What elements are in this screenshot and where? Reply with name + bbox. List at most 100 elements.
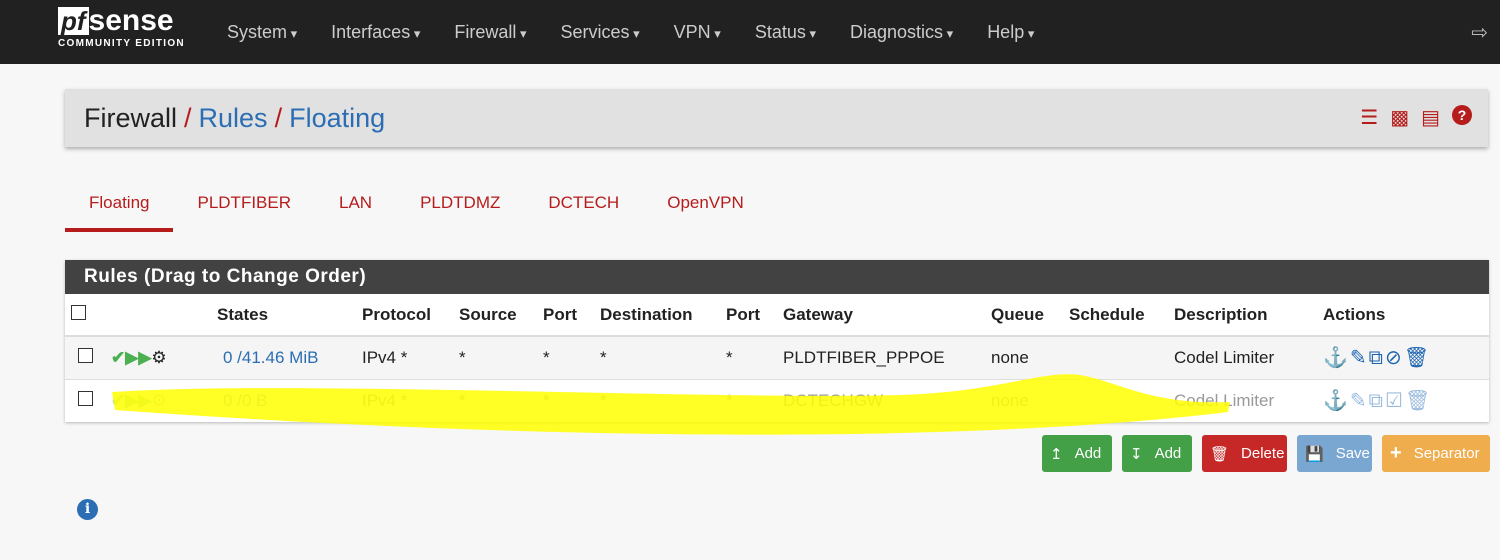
tab-lan[interactable]: LAN <box>315 180 396 232</box>
save-icon: 💾 <box>1305 445 1324 463</box>
col-dest-port: Port <box>720 294 777 337</box>
col-protocol: Protocol <box>356 294 453 337</box>
separator-button[interactable]: + Separator <box>1382 435 1490 472</box>
col-destination: Destination <box>594 294 720 337</box>
breadcrumb-firewall: Firewall <box>84 102 178 133</box>
source-port: * <box>537 378 594 422</box>
sliders-icon[interactable]: ☰ <box>1360 105 1378 130</box>
states[interactable]: 0 /41.46 MiB <box>211 335 356 379</box>
menu-system[interactable]: System <box>210 22 314 43</box>
description: Codel Limiter <box>1168 378 1317 422</box>
source: * <box>453 335 537 379</box>
save-label: Save <box>1335 445 1370 462</box>
protocol: IPv4 * <box>356 378 453 422</box>
logo-sense: sense <box>88 4 174 37</box>
queue: none <box>985 378 1063 422</box>
schedule <box>1063 335 1168 379</box>
quick-icon: ▶▶ <box>125 390 152 410</box>
edit-icon[interactable]: ✎ <box>1350 390 1369 412</box>
delete-icon[interactable]: 🗑 <box>1405 390 1432 412</box>
table-row[interactable]: ✔▶▶⚙ 0 /0 B IPv4 * * * * * DCTECHGW none… <box>65 378 1489 422</box>
tab-pldtfiber[interactable]: PLDTFIBER <box>173 180 315 232</box>
delete-icon[interactable]: 🗑 <box>1404 347 1431 369</box>
menu-firewall[interactable]: Firewall <box>437 22 543 43</box>
add-bottom-button[interactable]: ↧ Add <box>1122 435 1192 472</box>
arrow-up-icon: ↥ <box>1050 445 1063 463</box>
separator-label: Separator <box>1413 445 1480 462</box>
protocol: IPv4 * <box>356 335 453 379</box>
menu-status[interactable]: Status <box>738 22 833 43</box>
row-checkbox[interactable] <box>78 347 93 363</box>
gear-icon: ⚙ <box>151 390 167 410</box>
gateway: DCTECHGW <box>777 378 985 422</box>
add-bottom-label: Add <box>1154 445 1182 462</box>
row-checkbox[interactable] <box>78 390 93 406</box>
dest-port: * <box>720 378 777 422</box>
tab-openvpn[interactable]: OpenVPN <box>643 180 768 232</box>
destination: * <box>594 335 720 379</box>
add-top-label: Add <box>1074 445 1102 462</box>
quick-icon: ▶▶ <box>125 347 152 367</box>
logout-icon[interactable]: ⇨ <box>1471 20 1488 45</box>
tab-floating[interactable]: Floating <box>65 180 174 232</box>
anchor-icon[interactable]: ⚓ <box>1323 347 1350 369</box>
anchor-icon[interactable]: ⚓ <box>1323 390 1350 412</box>
plus-icon: + <box>1390 442 1402 464</box>
trash-icon: 🗑 <box>1210 445 1230 463</box>
menu-help[interactable]: Help <box>970 22 1051 43</box>
copy-icon[interactable]: ⧉ <box>1369 390 1385 412</box>
breadcrumb-rules[interactable]: Rules <box>199 103 268 134</box>
menu-interfaces[interactable]: Interfaces <box>314 22 437 43</box>
destination: * <box>594 378 720 422</box>
col-states: States <box>211 294 356 337</box>
col-source: Source <box>453 294 537 337</box>
disable-icon[interactable]: ⊘ <box>1385 347 1404 369</box>
dest-port: * <box>720 335 777 379</box>
pass-icon: ✔ <box>111 390 126 410</box>
col-gateway: Gateway <box>777 294 985 337</box>
select-all-checkbox[interactable] <box>71 304 86 320</box>
col-queue: Queue <box>985 294 1063 337</box>
source: * <box>453 378 537 422</box>
add-top-button[interactable]: ↥ Add <box>1042 435 1112 472</box>
col-actions: Actions <box>1317 294 1489 337</box>
bar-chart-icon[interactable]: ▩ <box>1390 105 1409 130</box>
delete-button[interactable]: 🗑 Delete <box>1202 435 1287 472</box>
pass-icon: ✔ <box>111 347 126 367</box>
interface-tabs: Floating PLDTFIBER LAN PLDTDMZ DCTECH Op… <box>65 180 768 232</box>
panel-title: Rules (Drag to Change Order) <box>65 260 1489 294</box>
col-source-port: Port <box>537 294 594 337</box>
arrow-down-icon: ↧ <box>1130 445 1143 463</box>
menu-services[interactable]: Services <box>544 22 657 43</box>
rules-panel: Rules (Drag to Change Order) States Prot… <box>65 260 1489 422</box>
tab-dctech[interactable]: DCTECH <box>524 180 643 232</box>
breadcrumb: Firewall / Rules / Floating ☰ ▩ ▤ ? <box>65 89 1488 147</box>
logo-edition: COMMUNITY EDITION <box>58 38 185 49</box>
states[interactable]: 0 /0 B <box>211 378 356 422</box>
source-port: * <box>537 335 594 379</box>
log-list-icon[interactable]: ▤ <box>1421 105 1440 130</box>
delete-label: Delete <box>1241 445 1285 462</box>
description: Codel Limiter <box>1168 335 1317 379</box>
edit-icon[interactable]: ✎ <box>1350 347 1369 369</box>
save-button[interactable]: 💾 Save <box>1297 435 1372 472</box>
queue: none <box>985 335 1063 379</box>
action-buttons: ↥ Add ↧ Add 🗑 Delete 💾 Save + Separator <box>1042 435 1490 472</box>
copy-icon[interactable]: ⧉ <box>1369 347 1385 369</box>
breadcrumb-floating[interactable]: Floating <box>289 103 385 134</box>
enable-icon[interactable]: ☑ <box>1385 390 1405 412</box>
pfsense-logo[interactable]: pf sense COMMUNITY EDITION <box>58 4 193 49</box>
col-schedule: Schedule <box>1063 294 1168 337</box>
col-description: Description <box>1168 294 1317 337</box>
help-icon[interactable]: ? <box>1452 105 1472 125</box>
gear-icon: ⚙ <box>151 347 167 367</box>
table-row[interactable]: ✔▶▶⚙ 0 /41.46 MiB IPv4 * * * * * PLDTFIB… <box>65 335 1489 379</box>
rules-table: States Protocol Source Port Destination … <box>65 294 1489 422</box>
info-icon[interactable]: i <box>77 499 98 520</box>
menu-vpn[interactable]: VPN <box>657 22 738 43</box>
menu-diagnostics[interactable]: Diagnostics <box>833 22 970 43</box>
schedule <box>1063 378 1168 422</box>
logo-pf: pf <box>58 7 89 35</box>
gateway: PLDTFIBER_PPPOE <box>777 335 985 379</box>
tab-pldtdmz[interactable]: PLDTDMZ <box>396 180 524 232</box>
